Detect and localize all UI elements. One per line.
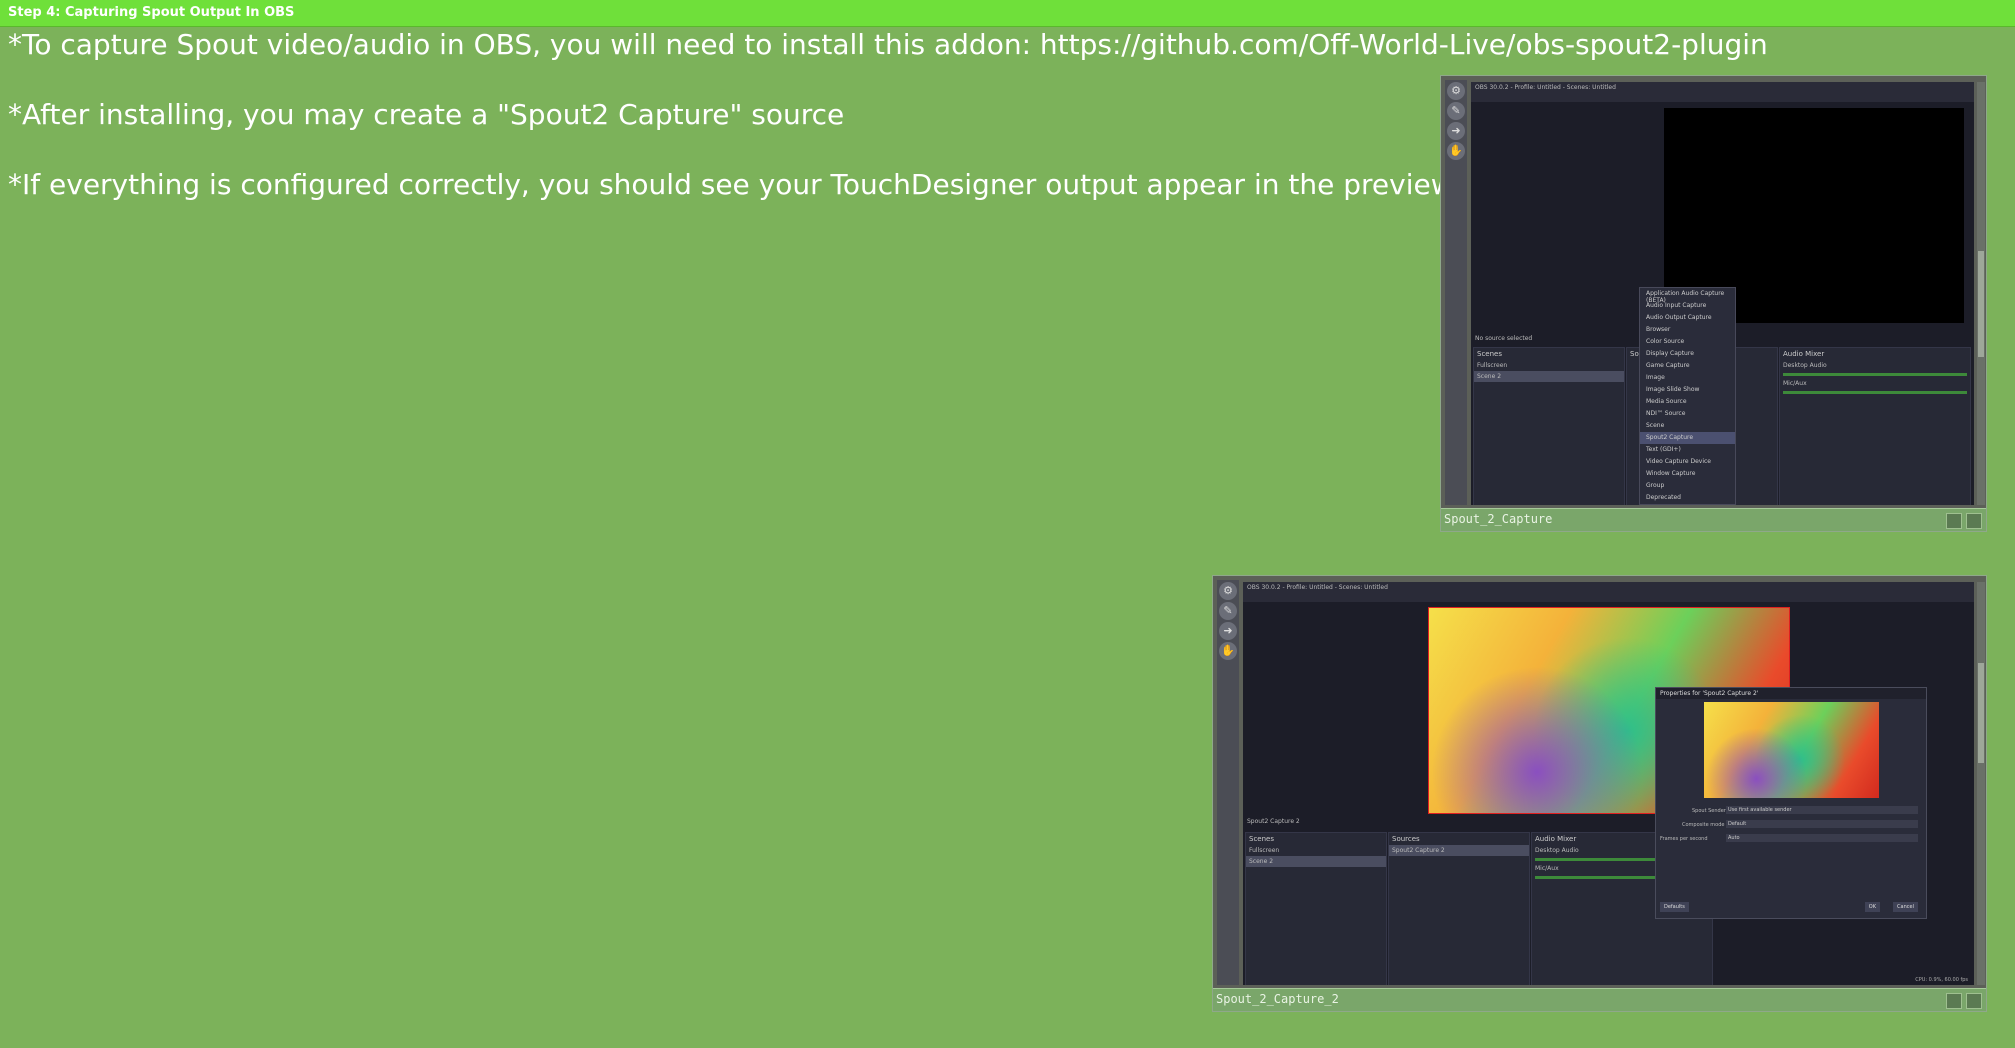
cancel-button[interactable]: Cancel	[1893, 902, 1918, 912]
arrow-icon[interactable]: ➜	[1447, 122, 1465, 140]
field-label: Spout Senders	[1692, 808, 1729, 814]
panel-button[interactable]	[1966, 993, 1982, 1009]
no-source-label: No source selected	[1475, 335, 1533, 342]
panel-toolbar: ⚙ ✎ ➜ ✋	[1445, 80, 1467, 505]
field-label: Frames per second	[1660, 836, 1708, 842]
panel-footer: Spout_2_Capture_2	[1213, 988, 1986, 1011]
gear-icon[interactable]: ⚙	[1219, 582, 1237, 600]
menu-item[interactable]: Browser	[1640, 324, 1735, 336]
instruction-line-3: *If everything is configured correctly, …	[8, 168, 1580, 201]
panel-footer: Spout_2_Capture	[1441, 508, 1986, 531]
obs-menubar: OBS 30.0.2 - Profile: Untitled - Scenes:…	[1243, 582, 1974, 602]
obs-screenshot: OBS 30.0.2 - Profile: Untitled - Scenes:…	[1243, 582, 1974, 985]
mixer-channel: Desktop Audio	[1783, 362, 1827, 369]
dialog-title: Properties for 'Spout2 Capture 2'	[1656, 688, 1926, 699]
status-text: CPU: 0.9%, 60.00 fps	[1915, 977, 1968, 983]
menu-item[interactable]: Color Source	[1640, 336, 1735, 348]
pen-icon[interactable]: ✎	[1219, 602, 1237, 620]
menu-item[interactable]: Image Slide Show	[1640, 384, 1735, 396]
defaults-button[interactable]: Defaults	[1660, 902, 1689, 912]
menu-item[interactable]: Display Capture	[1640, 348, 1735, 360]
panel-button[interactable]	[1946, 993, 1962, 1009]
scenes-header: Scenes	[1477, 350, 1502, 358]
source-label: Spout2 Capture 2	[1247, 818, 1300, 825]
spout-senders-select[interactable]: Use first available sender	[1726, 806, 1918, 814]
fps-select[interactable]: Auto	[1726, 834, 1918, 842]
scene-item[interactable]: Fullscreen	[1246, 845, 1386, 856]
field-label: Composite mode	[1682, 822, 1725, 828]
obs-menubar: OBS 30.0.2 - Profile: Untitled - Scenes:…	[1471, 82, 1974, 102]
instruction-line-2: *After installing, you may create a "Spo…	[8, 98, 845, 131]
arrow-icon[interactable]: ➜	[1219, 622, 1237, 640]
menu-item[interactable]: Deprecated	[1640, 492, 1735, 504]
source-item[interactable]: Spout2 Capture 2	[1389, 845, 1529, 856]
hand-icon[interactable]: ✋	[1219, 642, 1237, 660]
scenes-dock: Scenes Fullscreen Scene 2	[1245, 832, 1387, 985]
obs-window-title: OBS 30.0.2 - Profile: Untitled - Scenes:…	[1247, 584, 1388, 591]
menu-item[interactable]: Text (GDI+)	[1640, 444, 1735, 456]
scenes-header: Scenes	[1249, 835, 1274, 843]
sources-dock: Sources Spout2 Capture 2	[1388, 832, 1530, 985]
panel-scrollbar[interactable]	[1977, 82, 1985, 505]
composite-mode-select[interactable]: Default	[1726, 820, 1918, 828]
scene-item[interactable]: Scene 2	[1474, 371, 1624, 382]
spout-capture-panel[interactable]: ⚙ ✎ ➜ ✋ OBS 30.0.2 - Profile: Untitled -…	[1440, 75, 1987, 532]
add-source-menu[interactable]: Application Audio Capture (BETA) Audio In…	[1639, 287, 1736, 505]
menu-item[interactable]: Video Capture Device	[1640, 456, 1735, 468]
panel-scrollbar[interactable]	[1977, 582, 1985, 985]
panel-name: Spout_2_Capture_2	[1216, 992, 1339, 1006]
menu-item[interactable]: NDI™ Source	[1640, 408, 1735, 420]
panel-button[interactable]	[1946, 513, 1962, 529]
obs-window-title: OBS 30.0.2 - Profile: Untitled - Scenes:…	[1475, 84, 1616, 91]
spout-capture-2-panel[interactable]: ⚙ ✎ ➜ ✋ OBS 30.0.2 - Profile: Untitled -…	[1212, 575, 1987, 1012]
menu-item[interactable]: Game Capture	[1640, 360, 1735, 372]
panel-toolbar: ⚙ ✎ ➜ ✋	[1217, 580, 1239, 985]
panel-name: Spout_2_Capture	[1444, 512, 1553, 526]
gear-icon[interactable]: ⚙	[1447, 82, 1465, 100]
menu-item[interactable]: Window Capture	[1640, 468, 1735, 480]
ok-button[interactable]: OK	[1864, 902, 1880, 912]
properties-dialog[interactable]: Properties for 'Spout2 Capture 2' Spout …	[1655, 687, 1927, 919]
sources-header: Sources	[1392, 835, 1420, 843]
menu-item[interactable]: Audio Output Capture	[1640, 312, 1735, 324]
menu-item[interactable]: Group	[1640, 480, 1735, 492]
obs-screenshot: OBS 30.0.2 - Profile: Untitled - Scenes:…	[1471, 82, 1974, 505]
scene-item[interactable]: Scene 2	[1246, 856, 1386, 867]
panel-button[interactable]	[1966, 513, 1982, 529]
menu-item[interactable]: Spout2 Capture	[1640, 432, 1735, 444]
mixer-channel: Mic/Aux	[1783, 380, 1807, 387]
menu-item[interactable]: Media Source	[1640, 396, 1735, 408]
menu-item[interactable]: Scene	[1640, 420, 1735, 432]
scenes-dock: Scenes Fullscreen Scene 2	[1473, 347, 1625, 505]
menu-item[interactable]: Audio Input Capture	[1640, 300, 1735, 312]
scene-item[interactable]: Fullscreen	[1474, 360, 1624, 371]
step-title: Step 4: Capturing Spout Output In OBS	[8, 5, 295, 20]
mixer-header: Audio Mixer	[1783, 350, 1825, 358]
hand-icon[interactable]: ✋	[1447, 142, 1465, 160]
instruction-line-1: *To capture Spout video/audio in OBS, yo…	[8, 28, 1768, 61]
dialog-preview	[1704, 702, 1879, 798]
menu-item[interactable]: Image	[1640, 372, 1735, 384]
step-title-bar: Step 4: Capturing Spout Output In OBS	[0, 0, 2015, 27]
pen-icon[interactable]: ✎	[1447, 102, 1465, 120]
mixer-dock: Audio Mixer Desktop Audio Mic/Aux	[1779, 347, 1971, 505]
menu-item[interactable]: Application Audio Capture (BETA)	[1640, 288, 1735, 304]
